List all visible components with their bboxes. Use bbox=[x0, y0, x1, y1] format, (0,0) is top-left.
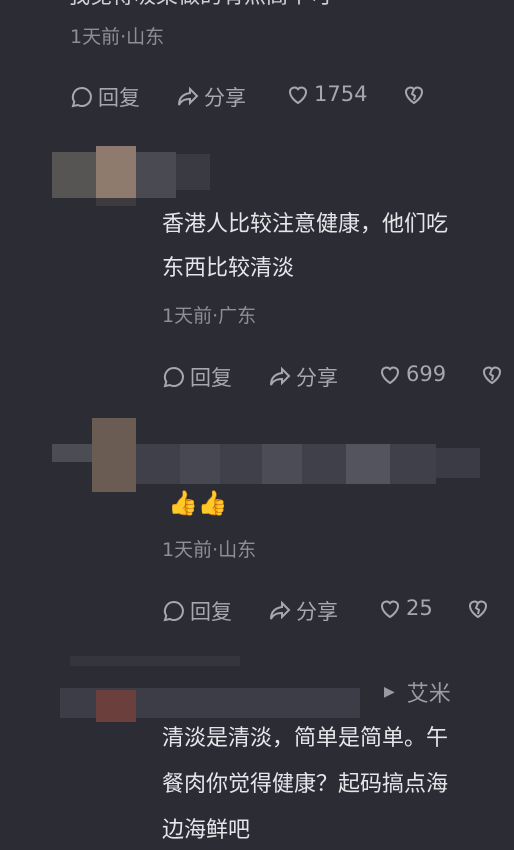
share-icon bbox=[270, 600, 291, 620]
reply-to-indicator[interactable]: ▶ 艾米 bbox=[384, 676, 451, 708]
comment-3-share-button[interactable]: 分享 bbox=[268, 596, 338, 626]
like-count: 25 bbox=[406, 596, 433, 620]
share-label: 分享 bbox=[296, 600, 338, 624]
comment-1-text: 我觉得吸菜做的有点高个可 bbox=[68, 0, 332, 16]
broken-heart-icon bbox=[468, 600, 488, 619]
broken-heart-icon bbox=[404, 86, 424, 105]
comment-2-dislike-button[interactable] bbox=[480, 362, 508, 386]
reply-icon bbox=[163, 366, 184, 388]
comment-3-meta: 1天前·山东 bbox=[162, 539, 257, 561]
comment-1-reply-button[interactable]: 回复 bbox=[70, 82, 140, 112]
comment-2-share-button[interactable]: 分享 bbox=[268, 362, 338, 392]
reply-icon bbox=[163, 600, 184, 622]
share-icon bbox=[270, 366, 291, 386]
comment-4-text-line-2: 餐肉你觉得健康？起码搞点海 bbox=[162, 772, 449, 797]
like-count: 699 bbox=[406, 362, 447, 386]
heart-icon bbox=[380, 600, 400, 619]
comment-1-share-button[interactable]: 分享 bbox=[176, 82, 246, 112]
comment-2-reply-button[interactable]: 回复 bbox=[162, 362, 232, 392]
like-count: 1754 bbox=[314, 82, 368, 106]
comment-3-like-button[interactable]: 25 bbox=[378, 596, 433, 620]
share-icon bbox=[178, 86, 199, 106]
comment-1-like-button[interactable]: 1754 bbox=[286, 82, 367, 106]
heart-icon bbox=[380, 366, 400, 385]
heart-icon bbox=[288, 86, 308, 105]
triangle-right-icon: ▶ bbox=[384, 684, 395, 700]
comment-1-dislike-button[interactable] bbox=[402, 82, 430, 106]
comment-2-text-line-2: 东西比较清淡 bbox=[162, 256, 295, 281]
share-label: 分享 bbox=[204, 86, 246, 110]
comment-3-reply-button[interactable]: 回复 bbox=[162, 596, 232, 626]
broken-heart-icon bbox=[482, 366, 502, 385]
comment-1-meta: 1天前·山东 bbox=[70, 26, 165, 48]
share-label: 分享 bbox=[296, 366, 338, 390]
reply-icon bbox=[71, 86, 92, 108]
comment-4-text-line-1: 清淡是清淡，简单是简单。午 bbox=[162, 726, 449, 751]
comment-2-meta: 1天前·广东 bbox=[162, 305, 257, 327]
reply-to-name: 艾米 bbox=[406, 682, 451, 707]
comment-2-like-button[interactable]: 699 bbox=[378, 362, 446, 386]
comment-3-dislike-button[interactable] bbox=[466, 596, 494, 620]
comment-3-text: 👍👍 bbox=[168, 489, 228, 517]
reply-label: 回复 bbox=[190, 366, 232, 390]
reply-label: 回复 bbox=[98, 86, 140, 110]
reply-label: 回复 bbox=[190, 600, 232, 624]
comment-4-text-line-3: 边海鲜吧 bbox=[162, 818, 251, 843]
comment-2-text-line-1: 香港人比较注意健康，他们吃 bbox=[162, 212, 449, 237]
